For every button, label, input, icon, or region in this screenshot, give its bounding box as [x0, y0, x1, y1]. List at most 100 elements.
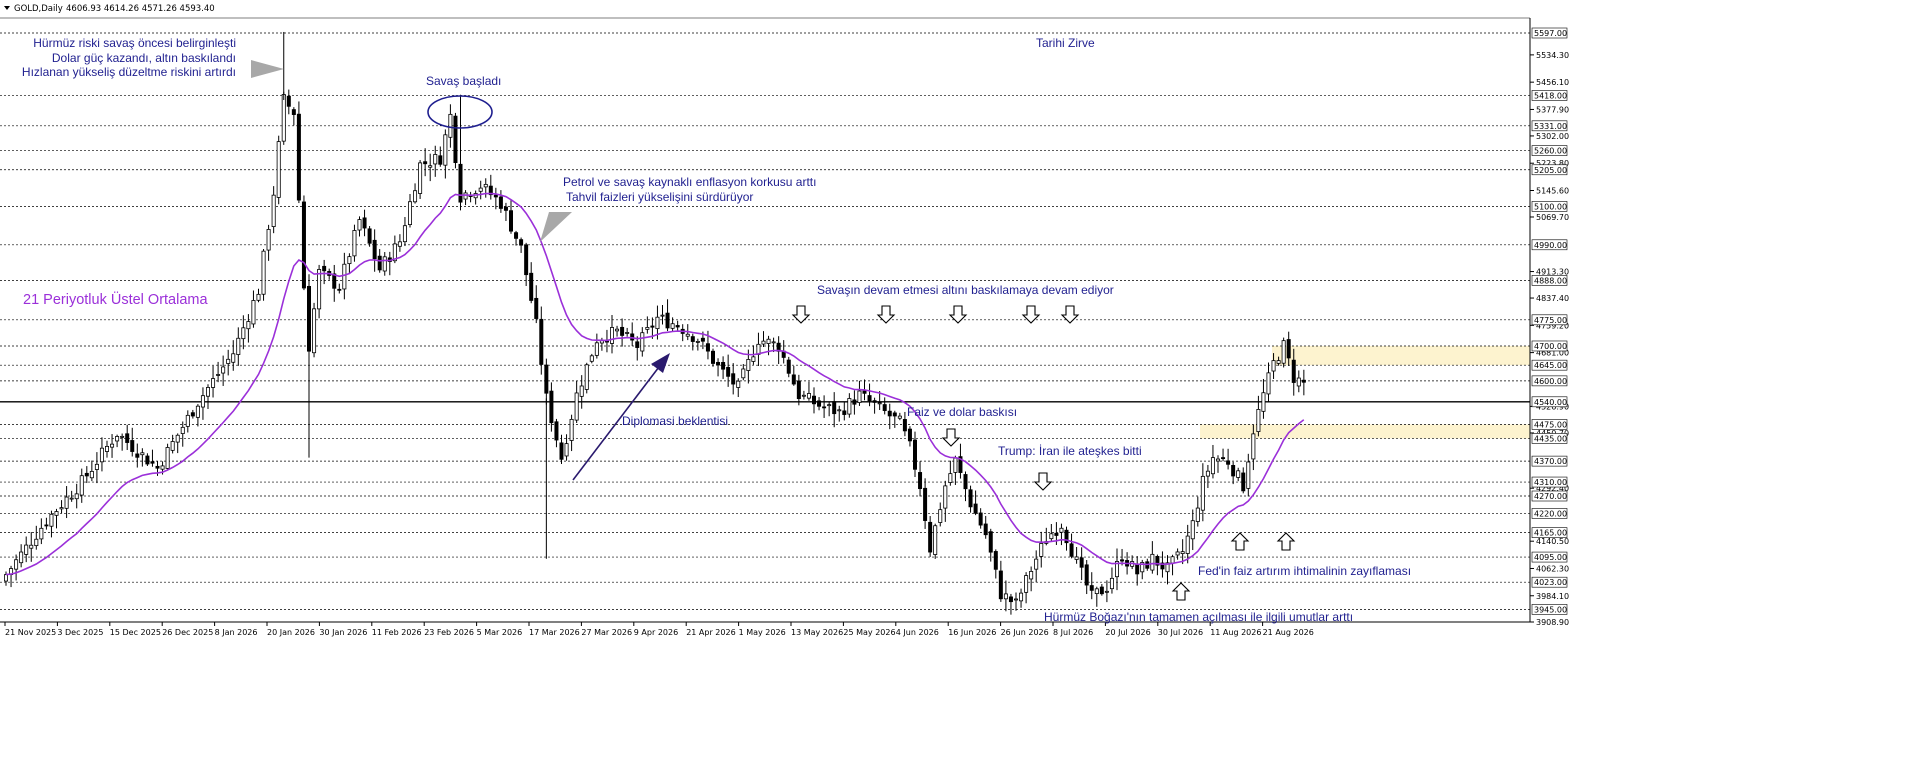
candle-body	[867, 395, 872, 402]
candle-body	[539, 318, 544, 365]
candle-body	[1276, 360, 1281, 364]
candle-body	[933, 525, 938, 555]
candle-body	[246, 321, 251, 330]
annotation-savas-devam: Savaşın devam etmesi altını baskılamaya …	[817, 283, 1114, 297]
candle-body	[251, 300, 256, 325]
candle-body	[29, 544, 34, 549]
candle-body	[973, 503, 978, 514]
candle-body	[796, 380, 801, 400]
candle-body	[372, 239, 377, 260]
x-tick-label: 26 Dec 2025	[162, 628, 213, 637]
candle-body	[165, 447, 170, 469]
candle-body	[1170, 556, 1175, 564]
candle-body	[978, 512, 983, 526]
y-tick-label: 5456.10	[1536, 78, 1569, 87]
candle-body	[337, 288, 342, 291]
chart-background	[0, 0, 1916, 783]
candle-body	[1266, 372, 1271, 395]
candle-body	[771, 341, 776, 344]
candle-body	[1135, 564, 1140, 575]
price-level-label: 4310.00	[1534, 478, 1567, 487]
candle-body	[842, 410, 847, 415]
candle-body	[650, 325, 655, 328]
candle-body	[195, 405, 200, 418]
price-level-label: 3945.00	[1534, 605, 1567, 614]
candle-body	[1190, 520, 1195, 540]
candle-body	[918, 472, 923, 490]
x-tick-label: 8 Jul 2026	[1053, 628, 1093, 637]
candle-body	[448, 113, 453, 138]
price-level-label: 5260.00	[1534, 147, 1567, 156]
y-tick-label: 3984.10	[1536, 592, 1569, 601]
annotation-diplomasi: Diplomasi beklentisi	[622, 414, 728, 428]
x-tick-label: 11 Feb 2026	[372, 628, 422, 637]
candle-body	[130, 440, 135, 452]
annotation-petrol-line2: Tahvil faizleri yükselişini sürdürüyor	[566, 190, 753, 204]
candle-body	[34, 538, 39, 547]
candle-body	[736, 380, 741, 388]
candle-body	[766, 338, 771, 344]
candle-body	[69, 497, 74, 500]
candle-body	[14, 559, 19, 570]
candle-body	[322, 265, 327, 272]
candle-body	[185, 414, 190, 427]
candle-body	[317, 269, 322, 310]
candle-body	[559, 442, 564, 460]
candle-body	[200, 395, 205, 408]
gold-daily-chart[interactable]: 5534.305456.105377.905302.005223.805145.…	[0, 0, 1916, 783]
candle-body	[44, 524, 49, 527]
candle-body	[968, 489, 973, 508]
candle-body	[453, 115, 458, 164]
candle-body	[190, 412, 195, 417]
x-tick-label: 30 Jan 2026	[319, 628, 367, 637]
y-tick-label: 4062.30	[1536, 564, 1569, 573]
x-tick-label: 4 Jun 2026	[896, 628, 939, 637]
candle-body	[1008, 596, 1013, 603]
candle-body	[589, 355, 594, 362]
candle-body	[170, 441, 175, 451]
candle-body	[574, 392, 579, 421]
x-tick-label: 26 Jun 2026	[1001, 628, 1049, 637]
candle-body	[862, 390, 867, 394]
price-level-label: 4700.00	[1534, 342, 1567, 351]
candle-body	[24, 544, 29, 555]
candle-body	[49, 513, 54, 527]
candle-body	[716, 361, 721, 366]
x-tick-label: 21 Apr 2026	[686, 628, 735, 637]
candle-body	[1019, 592, 1024, 602]
price-level-label: 5205.00	[1534, 166, 1567, 175]
candle-body	[786, 359, 791, 374]
candle-body	[1003, 593, 1008, 600]
candle-body	[357, 219, 362, 231]
candle-body	[837, 409, 842, 412]
candle-body	[1271, 360, 1276, 372]
candle-body	[731, 373, 736, 385]
candle-body	[549, 390, 554, 424]
candle-body	[281, 94, 286, 142]
price-level-label: 4645.00	[1534, 361, 1567, 370]
candle-body	[635, 341, 640, 348]
candle-body	[261, 250, 266, 295]
candle-body	[352, 230, 357, 257]
candle-body	[140, 452, 145, 456]
candle-body	[306, 285, 311, 352]
x-tick-label: 27 Mar 2026	[581, 628, 632, 637]
highlight-zone	[1272, 345, 1530, 366]
candle-body	[478, 187, 483, 192]
candle-body	[665, 312, 670, 329]
candle-body	[529, 272, 534, 301]
candle-body	[872, 400, 877, 403]
candle-body	[367, 228, 372, 244]
candle-body	[953, 457, 958, 473]
candle-body	[907, 428, 912, 442]
candle-body	[1185, 535, 1190, 554]
candle-body	[1210, 457, 1215, 475]
price-level-label: 4775.00	[1534, 316, 1567, 325]
candle-body	[94, 463, 99, 470]
annotation-trump: Trump: İran ile ateşkes bitti	[998, 444, 1142, 458]
candle-body	[852, 399, 857, 405]
candle-body	[438, 155, 443, 165]
candle-body	[221, 366, 226, 374]
y-tick-label: 5377.90	[1536, 105, 1569, 114]
candle-body	[741, 368, 746, 379]
